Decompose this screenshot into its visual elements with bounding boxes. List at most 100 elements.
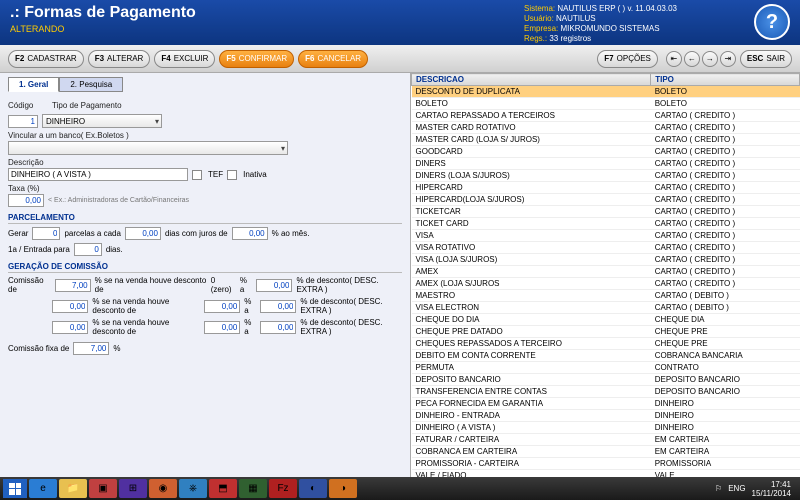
table-row[interactable]: VISA ROTATIVOCARTAO ( CREDITO ) <box>412 242 800 254</box>
alterar-button[interactable]: F3ALTERAR <box>88 50 151 68</box>
nav-first-icon[interactable]: ⇤ <box>666 51 682 67</box>
inativa-checkbox[interactable] <box>227 170 237 180</box>
comissao2b-input[interactable] <box>204 300 240 313</box>
table-row[interactable]: VISACARTAO ( CREDITO ) <box>412 230 800 242</box>
descricao-label: Descrição <box>8 158 402 167</box>
entrada-input[interactable] <box>74 243 102 256</box>
taskbar-app4-icon[interactable]: ⎈ <box>179 479 207 498</box>
tab-pesquisa[interactable]: 2. Pesquisa <box>59 77 123 92</box>
table-row[interactable]: CHEQUE PRE DATADOCHEQUE PRE <box>412 326 800 338</box>
table-row[interactable]: FATURAR / CARTEIRAEM CARTEIRA <box>412 434 800 446</box>
tipo-label: Tipo de Pagamento <box>52 101 122 110</box>
comissao1-input[interactable] <box>55 279 91 292</box>
table-row[interactable]: VISA (LOJA S/JUROS)CARTAO ( CREDITO ) <box>412 254 800 266</box>
nav-last-icon[interactable]: ⇥ <box>720 51 736 67</box>
gerar-input[interactable] <box>32 227 60 240</box>
table-row[interactable]: DESCONTO DE DUPLICATABOLETO <box>412 86 800 98</box>
table-row[interactable]: DINERSCARTAO ( CREDITO ) <box>412 158 800 170</box>
taskbar-app1-icon[interactable]: ▣ <box>89 479 117 498</box>
tef-label: TEF <box>208 170 223 179</box>
table-row[interactable]: PECA FORNECIDA EM GARANTIADINHEIRO <box>412 398 800 410</box>
list-panel[interactable]: DESCRICAO TIPO DESCONTO DE DUPLICATABOLE… <box>410 73 800 477</box>
nav-next-icon[interactable]: → <box>702 51 718 67</box>
comissao1b-input[interactable] <box>256 279 292 292</box>
taskbar-app3-icon[interactable]: ◉ <box>149 479 177 498</box>
taskbar-app7-icon[interactable]: Fz <box>269 479 297 498</box>
confirmar-button[interactable]: F5CONFIRMAR <box>219 50 294 68</box>
table-row[interactable]: MASTER CARD (LOJA S/ JUROS)CARTAO ( CRED… <box>412 134 800 146</box>
vincular-label: Vincular a um banco( Ex.Boletos ) <box>8 131 402 140</box>
tef-checkbox[interactable] <box>192 170 202 180</box>
app-header: .: Formas de Pagamento ALTERANDO Sistema… <box>0 0 800 45</box>
comissao2c-input[interactable] <box>260 300 296 313</box>
table-row[interactable]: TRANSFERENCIA ENTRE CONTASDEPOSITO BANCA… <box>412 386 800 398</box>
table-row[interactable]: AMEXCARTAO ( CREDITO ) <box>412 266 800 278</box>
toolbar: F2CADASTRAR F3ALTERAR F4EXCLUIR F5CONFIR… <box>0 45 800 73</box>
table-row[interactable]: CHEQUE DO DIACHEQUE DIA <box>412 314 800 326</box>
taxa-input[interactable] <box>8 194 44 207</box>
form-panel: 1. Geral 2. Pesquisa Código Tipo de Paga… <box>0 73 410 477</box>
vincular-combo[interactable] <box>8 141 288 155</box>
cadastrar-button[interactable]: F2CADASTRAR <box>8 50 84 68</box>
taskbar-app6-icon[interactable]: ▦ <box>239 479 267 498</box>
codigo-label: Código <box>8 101 48 110</box>
taxa-hint: < Ex.: Administradoras de Cartão/Finance… <box>48 197 189 204</box>
codigo-input[interactable] <box>8 115 38 128</box>
comissao2-input[interactable] <box>52 300 88 313</box>
comissao-header: GERAÇÃO DE COMISSÃO <box>8 262 402 273</box>
table-row[interactable]: COBRANCA EM CARTEIRAEM CARTEIRA <box>412 446 800 458</box>
parcelamento-header: PARCELAMENTO <box>8 213 402 224</box>
comissao-fixa-input[interactable] <box>73 342 109 355</box>
table-row[interactable]: MAESTROCARTAO ( DEBITO ) <box>412 290 800 302</box>
taskbar-app2-icon[interactable]: ⊞ <box>119 479 147 498</box>
taskbar-ie-icon[interactable]: e <box>29 479 57 498</box>
table-row[interactable]: BOLETOBOLETO <box>412 98 800 110</box>
start-button[interactable] <box>3 479 27 498</box>
table-row[interactable]: AMEX (LOJA S/JUROSCARTAO ( CREDITO ) <box>412 278 800 290</box>
table-row[interactable]: TICKETCARCARTAO ( CREDITO ) <box>412 206 800 218</box>
cada-input[interactable] <box>125 227 161 240</box>
cancelar-button[interactable]: F6CANCELAR <box>298 50 368 68</box>
table-row[interactable]: MASTER CARD ROTATIVOCARTAO ( CREDITO ) <box>412 122 800 134</box>
table-row[interactable]: DEBITO EM CONTA CORRENTECOBRANCA BANCARI… <box>412 350 800 362</box>
juros-input[interactable] <box>232 227 268 240</box>
excluir-button[interactable]: F4EXCLUIR <box>154 50 215 68</box>
comissao3c-input[interactable] <box>260 321 296 334</box>
tray-flag-icon[interactable]: ⚐ <box>715 484 722 493</box>
inativa-label: Inativa <box>243 170 267 179</box>
sair-button[interactable]: ESCSAIR <box>740 50 792 68</box>
table-row[interactable]: DINHEIRO - ENTRADADINHEIRO <box>412 410 800 422</box>
nav-prev-icon[interactable]: ← <box>684 51 700 67</box>
table-row[interactable]: TICKET CARDCARTAO ( CREDITO ) <box>412 218 800 230</box>
comissao3-input[interactable] <box>52 321 88 334</box>
table-row[interactable]: HIPERCARDCARTAO ( CREDITO ) <box>412 182 800 194</box>
table-row[interactable]: PROMISSORIA - CARTEIRAPROMISSORIA <box>412 458 800 470</box>
help-icon[interactable]: ? <box>754 4 790 40</box>
taxa-label: Taxa (%) <box>8 184 402 193</box>
table-row[interactable]: HIPERCARD(LOJA S/JUROS)CARTAO ( CREDITO … <box>412 194 800 206</box>
comissao3b-input[interactable] <box>204 321 240 334</box>
descricao-input[interactable] <box>8 168 188 181</box>
taskbar-app5-icon[interactable]: ⬒ <box>209 479 237 498</box>
formas-grid: DESCRICAO TIPO DESCONTO DE DUPLICATABOLE… <box>411 73 800 477</box>
taskbar-app9-icon[interactable]: ◑ <box>329 479 357 498</box>
table-row[interactable]: PERMUTACONTRATO <box>412 362 800 374</box>
table-row[interactable]: GOODCARDCARTAO ( CREDITO ) <box>412 146 800 158</box>
taskbar-app8-icon[interactable]: ◐ <box>299 479 327 498</box>
tray-lang[interactable]: ENG <box>728 484 745 493</box>
table-row[interactable]: CHEQUES REPASSADOS A TERCEIROCHEQUE PRE <box>412 338 800 350</box>
taskbar-explorer-icon[interactable]: 📁 <box>59 479 87 498</box>
table-row[interactable]: VISA ELECTRONCARTAO ( DEBITO ) <box>412 302 800 314</box>
table-row[interactable]: DINERS (LOJA S/JUROS)CARTAO ( CREDITO ) <box>412 170 800 182</box>
system-tray[interactable]: ⚐ ENG 17:41 15/11/2014 <box>715 480 797 498</box>
table-row[interactable]: DINHEIRO ( A VISTA )DINHEIRO <box>412 422 800 434</box>
table-row[interactable]: CARTAO REPASSADO A TERCEIROSCARTAO ( CRE… <box>412 110 800 122</box>
opcoes-button[interactable]: F7OPÇÕES <box>597 50 658 68</box>
col-descricao[interactable]: DESCRICAO <box>412 74 651 86</box>
tray-time: 17:41 <box>752 480 791 489</box>
table-row[interactable]: DEPOSITO BANCARIODEPOSITO BANCARIO <box>412 374 800 386</box>
col-tipo[interactable]: TIPO <box>651 74 800 86</box>
table-row[interactable]: VALE / FIADOVALE <box>412 470 800 478</box>
tab-geral[interactable]: 1. Geral <box>8 77 59 92</box>
tipo-combo[interactable]: DINHEIRO <box>42 114 162 128</box>
